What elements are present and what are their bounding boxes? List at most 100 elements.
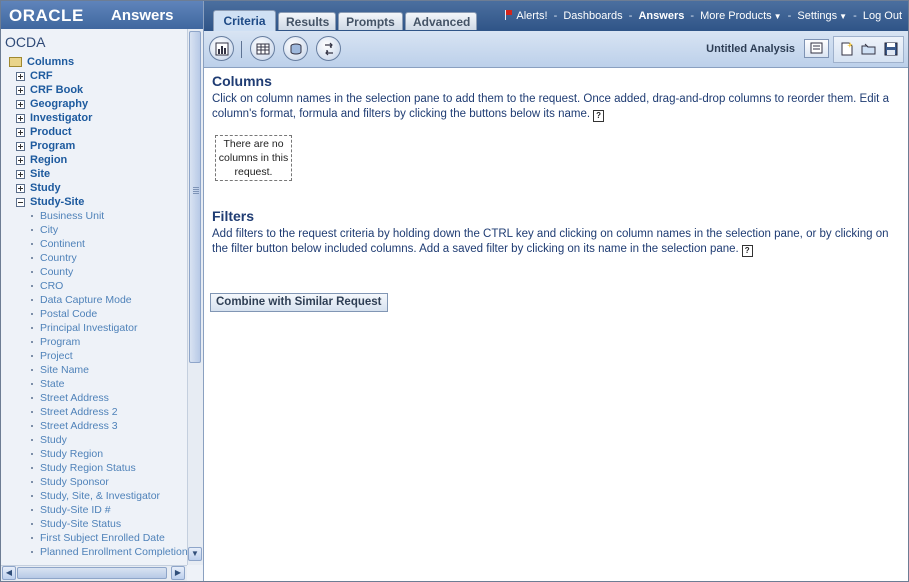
column-item[interactable]: Study Region — [31, 447, 103, 461]
tree-folder-label[interactable]: Region — [30, 154, 67, 166]
expand-plus-icon[interactable] — [16, 85, 25, 95]
column-item[interactable]: Data Capture Mode — [31, 293, 132, 307]
global-nav: Alerts! - Dashboards - Answers - More Pr… — [504, 10, 902, 22]
bullet-icon — [31, 229, 33, 232]
expand-plus-icon[interactable] — [16, 141, 25, 151]
open-folder-icon[interactable] — [861, 41, 877, 57]
bullet-icon — [31, 411, 33, 414]
new-document-icon[interactable] — [839, 41, 855, 57]
scroll-left-button[interactable]: ◀ — [2, 566, 16, 580]
tab-results[interactable]: Results — [278, 12, 336, 30]
tree-folder-label[interactable]: Investigator — [30, 112, 92, 124]
tree-folder-label[interactable]: Study — [30, 182, 61, 194]
tree-folder-label[interactable]: Study-Site — [30, 196, 84, 208]
bullet-icon — [31, 495, 33, 498]
tree-folder[interactable]: Study — [16, 181, 61, 195]
table-icon — [256, 43, 270, 55]
tree-folder[interactable]: Site — [16, 167, 50, 181]
column-item[interactable]: State — [31, 377, 65, 391]
column-item[interactable]: Street Address — [31, 391, 109, 405]
column-item[interactable]: Postal Code — [31, 307, 97, 321]
tree-folder-label[interactable]: CRF — [30, 70, 53, 82]
more-products-menu[interactable]: More Products ▼ — [700, 10, 781, 22]
expand-plus-icon[interactable] — [16, 169, 25, 179]
tree-root[interactable]: Columns — [9, 55, 74, 69]
alerts-link[interactable]: Alerts! — [516, 10, 547, 22]
subject-area-title: OCDA — [5, 34, 46, 50]
column-item[interactable]: City — [31, 223, 58, 237]
tree-folder-label[interactable]: CRF Book — [30, 84, 83, 96]
combine-similar-request-button[interactable]: Combine with Similar Request — [210, 293, 388, 312]
tree-folder-label[interactable]: Program — [30, 140, 75, 152]
scroll-down-button[interactable]: ▼ — [188, 547, 202, 561]
tree-folder-label[interactable]: Geography — [30, 98, 88, 110]
column-item[interactable]: Study-Site Status — [31, 517, 121, 531]
expand-plus-icon[interactable] — [16, 155, 25, 165]
tree-folder[interactable]: Geography — [16, 97, 88, 111]
column-item[interactable]: Project — [31, 349, 73, 363]
column-item[interactable]: First Subject Enrolled Date — [31, 531, 165, 545]
show-table-button[interactable] — [250, 36, 275, 61]
refresh-button[interactable] — [316, 36, 341, 61]
logout-link[interactable]: Log Out — [863, 10, 902, 22]
column-item[interactable]: Street Address 3 — [31, 419, 118, 433]
scroll-right-button[interactable]: ▶ — [171, 566, 185, 580]
scrollbar-thumb[interactable] — [17, 567, 167, 579]
bullet-icon — [31, 481, 33, 484]
column-item[interactable]: Planned Enrollment Completion — [31, 545, 187, 559]
help-icon[interactable]: ? — [593, 110, 605, 122]
expand-plus-icon[interactable] — [16, 183, 25, 193]
tree-folder[interactable]: CRF — [16, 69, 53, 83]
column-item[interactable]: CRO — [31, 279, 63, 293]
bullet-icon — [31, 369, 33, 372]
tree-vertical-scrollbar[interactable]: ▼ — [187, 29, 203, 565]
expand-plus-icon[interactable] — [16, 113, 25, 123]
tree-horizontal-scrollbar[interactable]: ◀ ▶ — [1, 565, 187, 581]
bullet-icon — [31, 439, 33, 442]
column-item[interactable]: Country — [31, 251, 77, 265]
sql-button[interactable] — [283, 36, 308, 61]
help-icon[interactable]: ? — [741, 245, 753, 257]
column-item[interactable]: Study — [31, 433, 67, 447]
analysis-properties-button[interactable] — [804, 39, 829, 58]
column-item[interactable]: Principal Investigator — [31, 321, 137, 335]
properties-icon — [810, 42, 823, 54]
scrollbar-thumb[interactable] — [189, 31, 201, 363]
tree-folder[interactable]: Program — [16, 139, 75, 153]
save-icon[interactable] — [883, 41, 899, 57]
column-item[interactable]: Site Name — [31, 363, 89, 377]
column-item[interactable]: Study, Site, & Investigator — [31, 489, 160, 503]
bullet-icon — [31, 537, 33, 540]
bullet-icon — [31, 509, 33, 512]
column-item[interactable]: Study-Site ID # — [31, 503, 111, 517]
dashboards-link[interactable]: Dashboards — [563, 10, 622, 22]
column-item[interactable]: Program — [31, 335, 80, 349]
bullet-icon — [31, 299, 33, 302]
tree-folder[interactable]: Investigator — [16, 111, 92, 125]
column-item[interactable]: Street Address 2 — [31, 405, 118, 419]
tree-folder[interactable]: Product — [16, 125, 72, 139]
tree-folder-label[interactable]: Site — [30, 168, 50, 180]
settings-menu[interactable]: Settings ▼ — [797, 10, 847, 22]
tab-prompts[interactable]: Prompts — [338, 12, 403, 30]
expand-plus-icon[interactable] — [16, 99, 25, 109]
column-item[interactable]: County — [31, 265, 73, 279]
database-icon — [290, 43, 302, 55]
column-item[interactable]: Continent — [31, 237, 85, 251]
column-item[interactable]: Study Region Status — [31, 461, 136, 475]
answers-link[interactable]: Answers — [638, 10, 684, 22]
tree-folder-expanded[interactable]: Study-Site — [16, 195, 84, 209]
column-item[interactable]: Study Sponsor — [31, 475, 109, 489]
column-item[interactable]: Business Unit — [31, 209, 104, 223]
tree-folder-label[interactable]: Product — [30, 126, 72, 138]
tab-advanced[interactable]: Advanced — [405, 12, 477, 30]
tree-folder[interactable]: Region — [16, 153, 67, 167]
criteria-panel: Columns Click on column names in the sel… — [204, 68, 908, 581]
expand-plus-icon[interactable] — [16, 127, 25, 137]
expand-plus-icon[interactable] — [16, 71, 25, 81]
criteria-toolbar: Untitled Analysis — [204, 31, 908, 68]
display-results-button[interactable] — [209, 36, 234, 61]
collapse-minus-icon[interactable] — [16, 197, 25, 207]
tab-criteria[interactable]: Criteria — [213, 10, 276, 31]
tree-folder[interactable]: CRF Book — [16, 83, 83, 97]
